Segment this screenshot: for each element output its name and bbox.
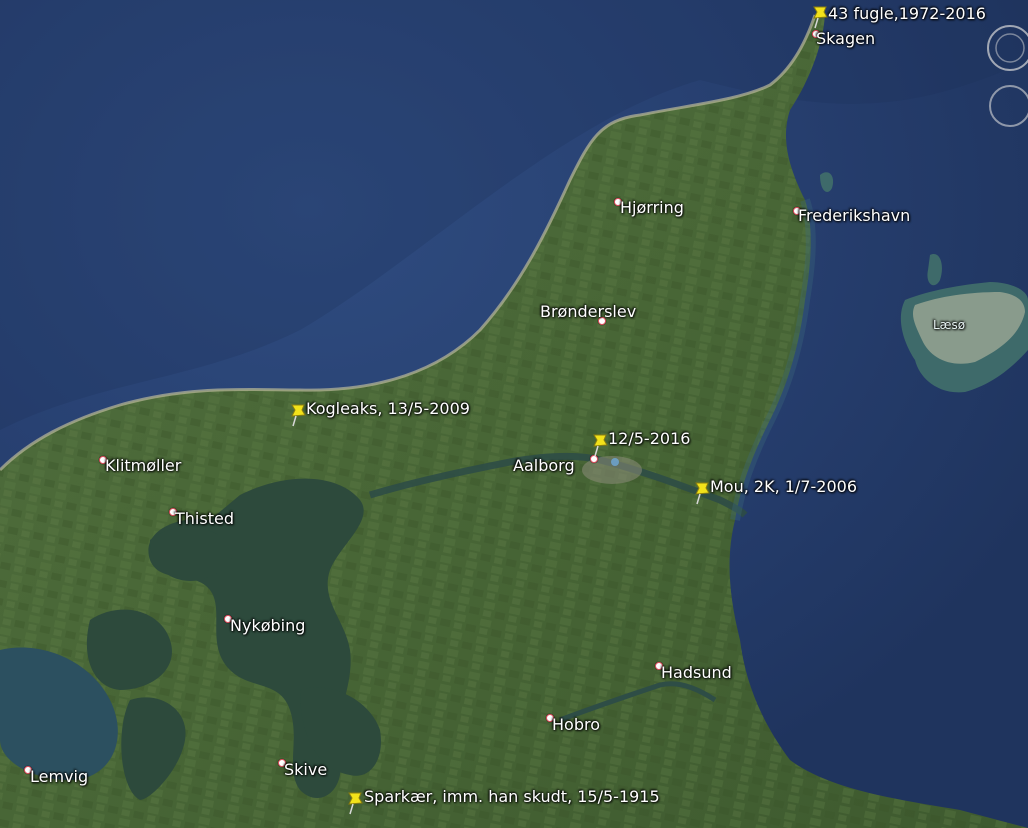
town-label-lemvig: Lemvig xyxy=(30,767,89,786)
town-label-aalborg: Aalborg xyxy=(513,456,575,475)
town-label-bronderslev: Brønderslev xyxy=(540,302,637,321)
navigation-compass[interactable] xyxy=(976,18,1028,128)
town-label-frederikshavn: Frederikshavn xyxy=(798,206,911,225)
town-label-hobro: Hobro xyxy=(552,715,600,734)
placemark-label-mou: Mou, 2K, 1/7-2006 xyxy=(710,477,857,496)
town-label-klitmoller: Klitmøller xyxy=(105,456,182,475)
placemark-label-sparkaer: Sparkær, imm. han skudt, 15/5-1915 xyxy=(364,787,660,806)
town-label-hadsund: Hadsund xyxy=(661,663,732,682)
town-label-skagen: Skagen xyxy=(816,29,876,48)
placemark-label-kogleaks: Kogleaks, 13/5-2009 xyxy=(306,399,470,418)
town-label-hjorring: Hjørring xyxy=(620,198,684,217)
town-label-nykobing: Nykøbing xyxy=(230,616,306,635)
satellite-map[interactable]: Skagen Frederikshavn Hjørring Brøndersle… xyxy=(0,0,1028,828)
placemark-label-aalborg: 12/5-2016 xyxy=(608,429,691,448)
map-imagery xyxy=(0,0,1028,828)
town-label-thisted: Thisted xyxy=(175,509,234,528)
town-label-skive: Skive xyxy=(284,760,328,779)
island-label-laeso: Læsø xyxy=(933,318,966,332)
placemark-label-skagen: 43 fugle,1972-2016 xyxy=(828,4,986,23)
